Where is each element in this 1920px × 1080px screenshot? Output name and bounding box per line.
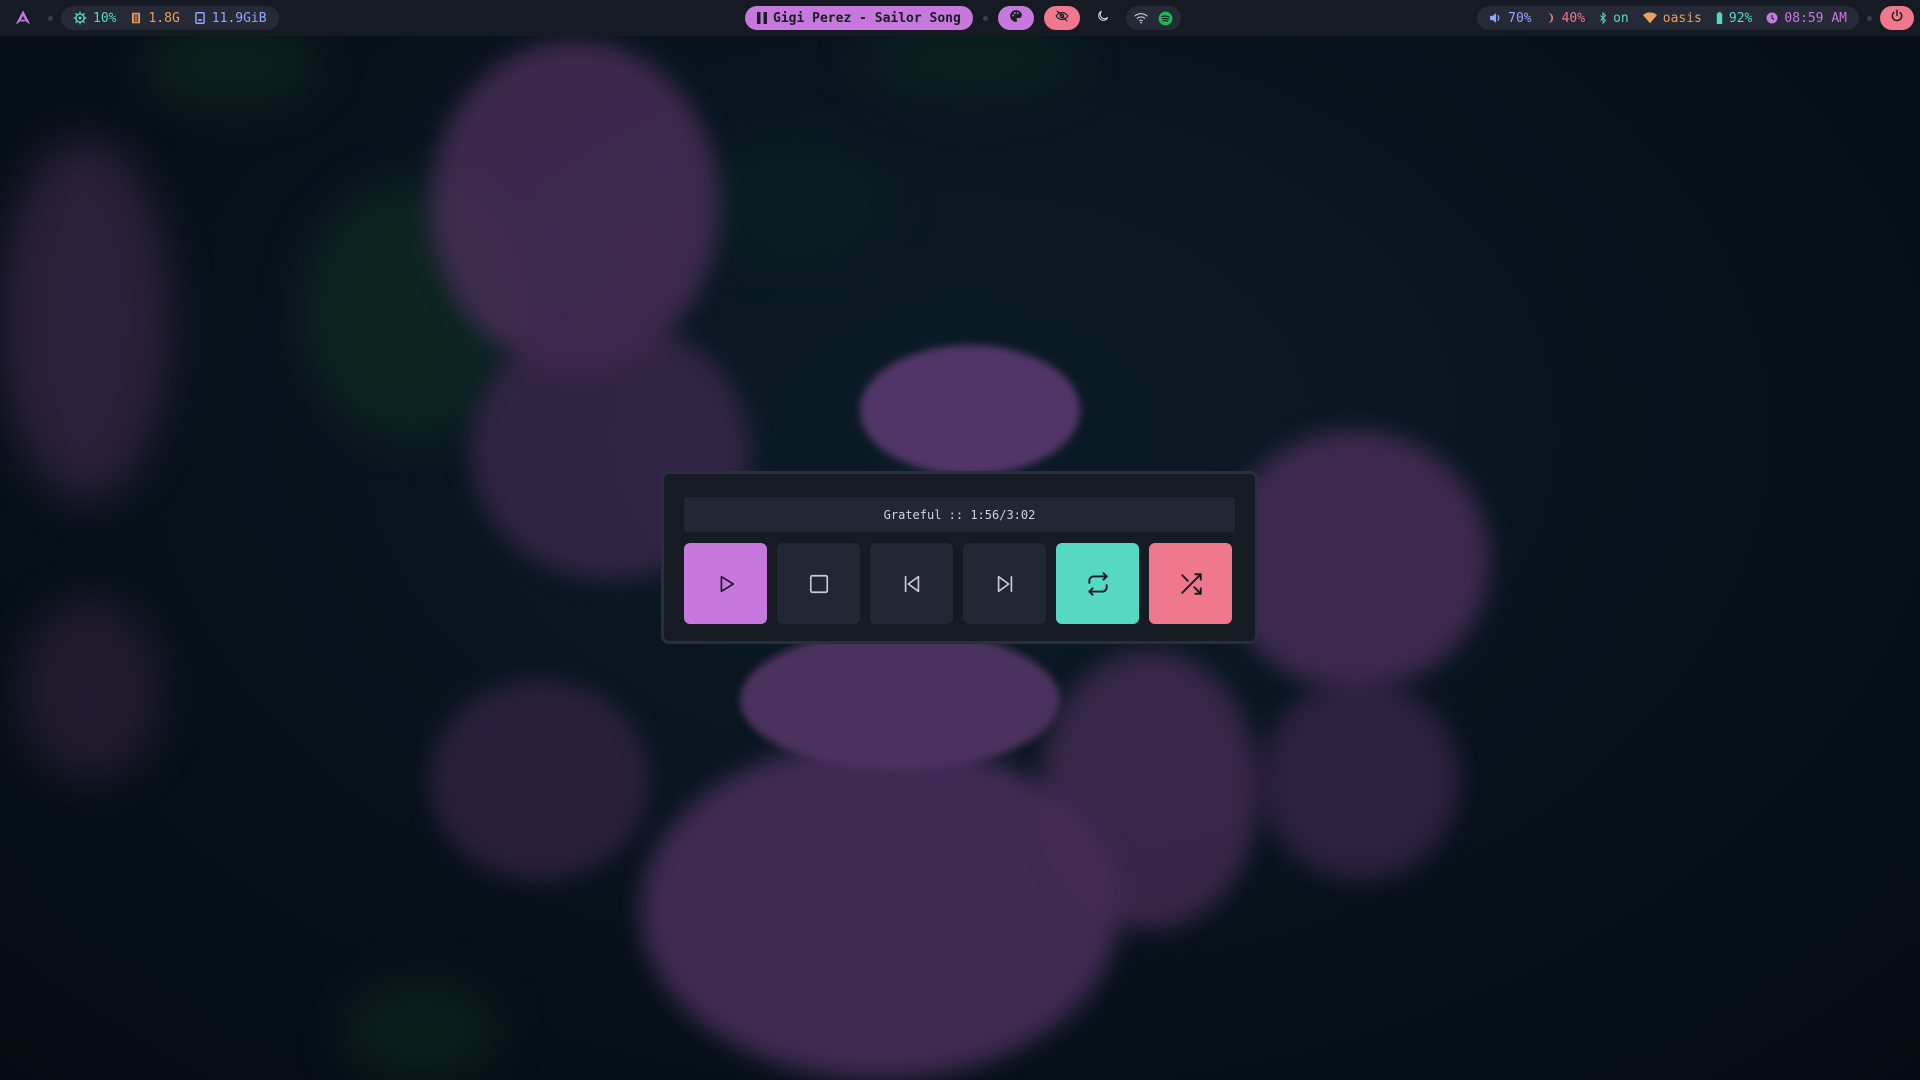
cpu-icon bbox=[73, 11, 87, 25]
volume-module[interactable]: 70% bbox=[1489, 10, 1532, 26]
now-playing-title: Gigi Perez - Sailor Song bbox=[773, 10, 961, 26]
launcher-button[interactable] bbox=[6, 6, 40, 30]
separator-dot bbox=[48, 15, 53, 21]
disk-value: 11.9GiB bbox=[211, 10, 267, 26]
bluetooth-icon bbox=[1599, 12, 1607, 24]
battery-value: 92% bbox=[1728, 10, 1753, 26]
memory-stat[interactable]: 1.8G bbox=[130, 10, 180, 26]
cpu-value: 10% bbox=[93, 10, 117, 26]
theme-button[interactable] bbox=[997, 6, 1034, 30]
moon-icon bbox=[1546, 12, 1556, 24]
media-player-widget: Grateful :: 1:56/3:02 bbox=[661, 471, 1258, 644]
brightness-value: 40% bbox=[1561, 10, 1586, 26]
shuffle-icon bbox=[1178, 571, 1204, 597]
stop-button[interactable] bbox=[777, 543, 860, 624]
eye-off-icon bbox=[1055, 9, 1069, 27]
arch-logo-icon bbox=[14, 9, 32, 27]
palette-icon bbox=[1009, 9, 1023, 27]
bluetooth-value: on bbox=[1613, 10, 1629, 26]
battery-module[interactable]: 92% bbox=[1716, 11, 1752, 26]
moon-icon bbox=[1096, 9, 1110, 27]
network-value: oasis bbox=[1662, 10, 1702, 26]
stop-icon bbox=[808, 573, 830, 595]
brightness-module[interactable]: 40% bbox=[1546, 11, 1585, 26]
bluetooth-module[interactable]: on bbox=[1599, 11, 1629, 26]
wifi-icon[interactable] bbox=[1134, 12, 1148, 24]
play-button[interactable] bbox=[684, 543, 767, 624]
shuffle-button[interactable] bbox=[1149, 543, 1232, 624]
cpu-stat[interactable]: 10% bbox=[73, 11, 116, 26]
memory-icon bbox=[130, 11, 142, 25]
separator-dot bbox=[1867, 15, 1872, 21]
player-controls bbox=[684, 543, 1235, 624]
system-stats: 10% 1.8G 11.9GiB bbox=[61, 6, 279, 30]
clock-module[interactable]: 08:59 AM bbox=[1766, 11, 1847, 26]
clock-icon bbox=[1766, 12, 1778, 24]
repeat-button[interactable] bbox=[1056, 543, 1139, 624]
idle-inhibitor-button[interactable] bbox=[1043, 6, 1080, 30]
night-mode-button[interactable] bbox=[1090, 6, 1116, 30]
play-icon bbox=[715, 573, 737, 595]
volume-value: 70% bbox=[1508, 10, 1532, 26]
power-icon bbox=[1890, 9, 1904, 27]
power-button[interactable] bbox=[1880, 6, 1914, 30]
wifi-icon bbox=[1642, 12, 1657, 24]
previous-icon bbox=[901, 573, 923, 595]
memory-value: 1.8G bbox=[148, 10, 180, 26]
next-icon bbox=[994, 573, 1016, 595]
network-module[interactable]: oasis bbox=[1642, 10, 1702, 26]
status-modules: 70% 40% on oasis 92% 08:59 AM bbox=[1477, 6, 1859, 30]
disk-icon bbox=[194, 11, 206, 25]
volume-icon bbox=[1489, 12, 1502, 24]
battery-icon bbox=[1716, 12, 1723, 24]
tray bbox=[1125, 6, 1181, 30]
clock-value: 08:59 AM bbox=[1784, 10, 1847, 26]
next-button[interactable] bbox=[963, 543, 1046, 624]
top-bar: 10% 1.8G 11.9GiB Gigi Perez - Sailor Son… bbox=[0, 0, 1920, 36]
now-playing[interactable]: Gigi Perez - Sailor Song bbox=[745, 6, 973, 30]
previous-button[interactable] bbox=[870, 543, 953, 624]
repeat-icon bbox=[1085, 571, 1111, 597]
disk-stat[interactable]: 11.9GiB bbox=[194, 11, 267, 26]
separator-dot bbox=[982, 15, 988, 21]
pause-icon bbox=[757, 12, 767, 24]
track-status: Grateful :: 1:56/3:02 bbox=[684, 497, 1235, 532]
spotify-icon[interactable] bbox=[1158, 11, 1173, 26]
